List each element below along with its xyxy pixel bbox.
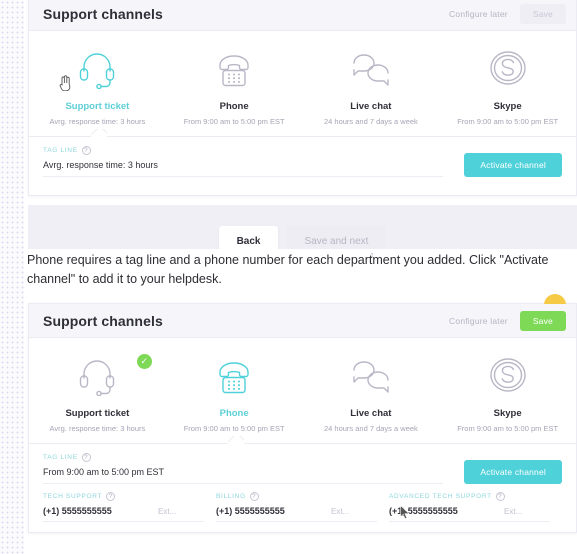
back-button[interactable]: Back bbox=[218, 226, 279, 249]
hand-pointer-icon bbox=[59, 75, 71, 91]
channel-item-skype[interactable]: Skype From 9:00 am to 5:00 pm EST bbox=[439, 350, 576, 433]
channel-name: Phone bbox=[219, 101, 249, 112]
department-label-text: ADVANCED TECH SUPPORT bbox=[389, 493, 492, 500]
headset-icon bbox=[75, 350, 119, 400]
phone-number-input[interactable]: (+1) 5555555555 bbox=[389, 506, 498, 522]
department-item: BILLING? (+1) 5555555555 Ext... bbox=[216, 492, 389, 522]
channel-list-2: ✓ Support ticket Avrg. response time: 3 ho… bbox=[29, 338, 576, 443]
help-icon[interactable]: ? bbox=[81, 453, 91, 462]
configure-later-link[interactable]: Configure later bbox=[449, 9, 508, 19]
headset-icon bbox=[75, 43, 119, 93]
page-title-2: Support channels bbox=[43, 312, 163, 329]
wizard-footer: Back Save and next bbox=[28, 205, 577, 249]
channel-active-check-icon: ✓ bbox=[136, 354, 152, 369]
header-actions-2: Configure later Save bbox=[449, 310, 566, 331]
desk-phone-icon bbox=[212, 43, 256, 93]
selected-channel-notch bbox=[91, 129, 107, 137]
extension-input[interactable]: Ext... bbox=[498, 507, 550, 522]
desk-phone-icon bbox=[212, 350, 256, 400]
department-list: TECH SUPPORT? (+1) 5555555555 Ext... BILLIN… bbox=[29, 484, 576, 522]
left-dotted-rail bbox=[0, 0, 24, 554]
tag-line-input-2[interactable]: From 9:00 am to 5:00 pm EST bbox=[43, 467, 443, 484]
department-item: TECH SUPPORT? (+1) 5555555555 Ext... bbox=[43, 492, 216, 522]
channel-name: Support ticket bbox=[65, 101, 130, 112]
help-icon[interactable]: ? bbox=[81, 146, 91, 155]
channel-item-support-ticket[interactable]: Support ticket Avrg. response time: 3 hou… bbox=[29, 43, 166, 126]
channel-subtitle: From 9:00 am to 5:00 pm EST bbox=[183, 117, 285, 126]
tag-line-label-text-1: TAG LINE bbox=[43, 147, 78, 154]
department-values: (+1) 5555555555 Ext... bbox=[43, 506, 204, 522]
department-label: ADVANCED TECH SUPPORT? bbox=[389, 492, 550, 501]
configure-later-link-2[interactable]: Configure later bbox=[449, 316, 508, 326]
channel-item-phone[interactable]: Phone From 9:00 am to 5:00 pm EST bbox=[166, 43, 303, 126]
skype-icon bbox=[486, 43, 530, 93]
save-button-2[interactable]: Save bbox=[519, 310, 566, 331]
phone-number-input[interactable]: (+1) 5555555555 bbox=[216, 506, 325, 522]
tag-line-input-1[interactable]: Avrg. response time: 3 hours bbox=[43, 160, 443, 177]
channel-subtitle: 24 hours and 7 days a week bbox=[323, 117, 418, 126]
department-values: (+1) 5555555555 Ext... bbox=[389, 506, 550, 522]
channel-divider-2 bbox=[29, 443, 576, 444]
page-title: Support channels bbox=[43, 5, 163, 22]
header-actions-1: Configure later Save bbox=[449, 3, 566, 24]
selected-channel-notch-2 bbox=[228, 436, 244, 444]
channel-name: Phone bbox=[219, 408, 249, 419]
channel-subtitle: 24 hours and 7 days a week bbox=[323, 424, 418, 433]
speech-bubbles-icon bbox=[346, 43, 396, 93]
channel-item-phone[interactable]: Phone From 9:00 am to 5:00 pm EST bbox=[166, 350, 303, 433]
extension-input[interactable]: Ext... bbox=[325, 507, 377, 522]
channel-item-live-chat[interactable]: Live chat 24 hours and 7 days a week bbox=[303, 350, 440, 433]
support-channels-card-2: Support channels Configure later Save ✓ S… bbox=[28, 294, 577, 533]
instruction-text: Phone requires a tag line and a phone nu… bbox=[27, 253, 549, 287]
channel-name: Skype bbox=[493, 101, 522, 112]
tag-line-label-text-2: TAG LINE bbox=[43, 454, 78, 461]
card-header-2: Support channels Configure later Save bbox=[29, 304, 576, 338]
department-label-text: TECH SUPPORT bbox=[43, 493, 103, 500]
save-button[interactable]: Save bbox=[519, 3, 566, 24]
help-icon[interactable]: ? bbox=[249, 492, 259, 501]
channel-divider-1 bbox=[29, 136, 576, 137]
channel-name: Live chat bbox=[350, 408, 392, 419]
channel-subtitle: From 9:00 am to 5:00 pm EST bbox=[457, 117, 559, 126]
department-item: ADVANCED TECH SUPPORT? (+1) 5555555555 Ext… bbox=[389, 492, 562, 522]
channel-item-support-ticket[interactable]: ✓ Support ticket Avrg. response time: 3 ho… bbox=[29, 350, 166, 433]
department-label: BILLING? bbox=[216, 492, 377, 501]
channel-name: Live chat bbox=[350, 101, 392, 112]
department-values: (+1) 5555555555 Ext... bbox=[216, 506, 377, 522]
channel-subtitle: Avrg. response time: 3 hours bbox=[49, 424, 146, 433]
channel-item-skype[interactable]: Skype From 9:00 am to 5:00 pm EST bbox=[439, 43, 576, 126]
help-icon[interactable]: ? bbox=[106, 492, 116, 501]
channel-name: Skype bbox=[493, 408, 522, 419]
help-icon[interactable]: ? bbox=[495, 492, 505, 501]
activate-channel-button[interactable]: Activate channel bbox=[464, 153, 562, 177]
speech-bubbles-icon bbox=[346, 350, 396, 400]
card-header-1: Support channels Configure later Save bbox=[29, 0, 576, 31]
save-and-next-button[interactable]: Save and next bbox=[286, 226, 387, 249]
channel-name: Support ticket bbox=[65, 408, 130, 419]
extension-input[interactable]: Ext... bbox=[152, 507, 204, 522]
channel-subtitle: From 9:00 am to 5:00 pm EST bbox=[183, 424, 285, 433]
activate-channel-button-2[interactable]: Activate channel bbox=[464, 460, 562, 484]
department-label: TECH SUPPORT? bbox=[43, 492, 204, 501]
screen: Support channels Configure later Save Su… bbox=[0, 0, 577, 554]
channel-subtitle: Avrg. response time: 3 hours bbox=[49, 117, 146, 126]
department-label-text: BILLING bbox=[216, 493, 246, 500]
skype-icon bbox=[486, 350, 530, 400]
support-channels-card-1: Support channels Configure later Save Su… bbox=[28, 0, 577, 196]
channel-item-live-chat[interactable]: Live chat 24 hours and 7 days a week bbox=[303, 43, 440, 126]
phone-number-input[interactable]: (+1) 5555555555 bbox=[43, 506, 152, 522]
channel-list-1: Support ticket Avrg. response time: 3 hou… bbox=[29, 31, 576, 136]
channel-subtitle: From 9:00 am to 5:00 pm EST bbox=[457, 424, 559, 433]
